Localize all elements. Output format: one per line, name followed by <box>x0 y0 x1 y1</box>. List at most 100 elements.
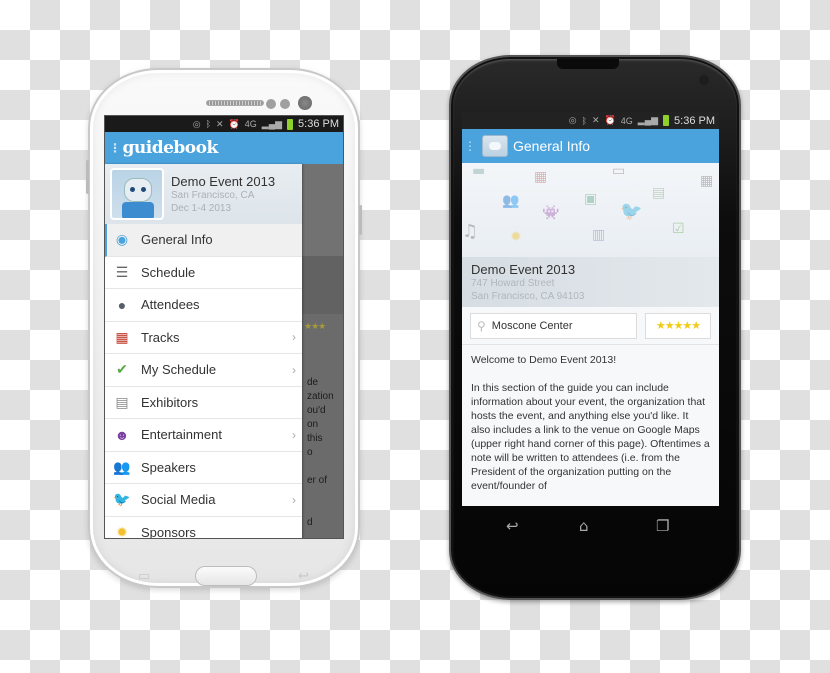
map-pin-icon: ⚲ <box>477 318 486 333</box>
back-key-icon[interactable]: ↩ <box>298 569 309 584</box>
chevron-right-icon: › <box>292 427 296 442</box>
venue-button[interactable]: ⚲ Moscone Center <box>470 312 637 339</box>
back-nav-icon[interactable]: ↩ <box>506 517 519 535</box>
status-bar: ◎ ᛒ ✕ ⏰ 4G ▂▄▆ 5:36 PM <box>462 112 719 129</box>
drawer-event-header[interactable]: Demo Event 2013 San Francisco, CA Dec 1-… <box>105 164 302 224</box>
speakers-icon: 👥 <box>113 458 131 475</box>
dimmed-text-line: zation <box>307 391 334 402</box>
page-title: General Info <box>513 138 591 154</box>
drawer-item-attendees[interactable]: ● Attendees <box>105 289 302 322</box>
drawer-item-label: Speakers <box>141 459 196 475</box>
drawer-item-exhibitors[interactable]: ▤ Exhibitors <box>105 387 302 419</box>
drawer-event-title: Demo Event 2013 <box>171 173 276 189</box>
network-type: 4G <box>620 115 633 126</box>
drawer-item-label: Sponsors <box>141 524 196 539</box>
alarm-icon: ⏰ <box>604 115 616 125</box>
space-invader-icon: 👾 <box>542 205 560 221</box>
grid-icon: ▦ <box>700 173 714 189</box>
event-street: 747 Howard Street <box>471 278 555 289</box>
twitter-bird-icon: 🐦 <box>620 201 643 222</box>
dimmed-text-line: on <box>307 419 319 430</box>
dimmed-text-line: this <box>307 433 323 444</box>
attendees-icon: ● <box>117 296 127 313</box>
guidebook-logo[interactable]: guidebook <box>123 138 219 158</box>
drawer-item-label: Exhibitors <box>141 394 199 410</box>
app-bar: ⋮ General Info <box>462 129 719 163</box>
drawer-toggle-icon[interactable]: ⋮ <box>464 139 476 153</box>
earpiece-speaker <box>557 59 619 69</box>
booth-icon: ▤ <box>652 185 666 201</box>
chevron-right-icon: › <box>292 492 296 507</box>
dimmed-stars: ★★★ <box>304 322 326 332</box>
venue-label: Moscone Center <box>491 319 573 332</box>
event-banner: ▬ ▦ ▭ ▦ 👥 ▣ ▤ 👾 🐦 ♫ ✹ ▥ ☑ <box>462 163 719 257</box>
battery-icon <box>287 118 294 130</box>
event-title: Demo Event 2013 <box>471 262 576 277</box>
app-bar: ⋮ guidebook <box>105 132 343 164</box>
app-robot-icon[interactable] <box>482 135 508 157</box>
recents-nav-icon[interactable]: ❐ <box>656 517 669 535</box>
drawer-item-label: General Info <box>141 232 213 248</box>
music-note-icon: ♫ <box>462 221 479 242</box>
drawer-item-general-info[interactable]: ◉ General Info <box>105 224 302 257</box>
drawer-event-dates: Dec 1-4 2013 <box>171 202 232 214</box>
drawer-event-location: San Francisco, CA <box>171 189 255 201</box>
status-bar: ◎ ᛒ ✕ ⏰ 4G ▂▄▆ 5:36 PM <box>105 116 343 132</box>
drawer-item-label: Attendees <box>141 297 200 313</box>
drawer-item-schedule[interactable]: ☰ Schedule <box>105 257 302 289</box>
drawer-item-entertainment[interactable]: ☻ Entertainment › <box>105 419 302 452</box>
dimmed-text-line: o <box>307 447 313 458</box>
dimmed-event-box <box>302 256 343 314</box>
home-nav-icon[interactable]: ⌂ <box>579 517 589 535</box>
drawer-item-sponsors[interactable]: ✹ Sponsors <box>105 517 302 539</box>
drawer-toggle-icon[interactable]: ⋮ <box>109 141 121 155</box>
home-button[interactable] <box>195 566 257 586</box>
drawer-item-speakers[interactable]: 👥 Speakers <box>105 452 302 484</box>
left-screen: ◎ ᛒ ✕ ⏰ 4G ▂▄▆ 5:36 PM ⋮ guidebook ★★★ d… <box>104 115 344 539</box>
dimmed-text-line: de <box>307 377 319 388</box>
bluetooth-icon: ᛒ <box>205 119 212 129</box>
light-sensor <box>280 99 290 109</box>
ribbon-icon: ✹ <box>510 229 522 245</box>
bluetooth-icon: ᛒ <box>581 115 588 126</box>
dimmed-content[interactable]: ★★★ de zation ou'd on this o er of d <box>302 164 343 538</box>
drawer-item-tracks[interactable]: ▦ Tracks › <box>105 322 302 354</box>
menu-key-icon[interactable]: ▭ <box>138 569 150 584</box>
drawer-item-label: Entertainment <box>141 427 222 443</box>
signal-icon: ▂▄▆ <box>261 118 283 129</box>
signal-icon: ▂▄▆ <box>637 115 659 125</box>
rating-stars: ★★★★★ <box>655 319 701 332</box>
drawer-item-social-media[interactable]: 🐦 Social Media › <box>105 484 302 517</box>
rating-button[interactable]: ★★★★★ <box>645 312 711 339</box>
drawer-item-label: Schedule <box>141 264 196 280</box>
calendar-icon: ▦ <box>534 169 548 185</box>
front-camera <box>298 96 312 110</box>
twitter-bird-icon: 🐦 <box>113 491 131 508</box>
drawer-item-label: Tracks <box>141 329 180 345</box>
drawer-item-label: Social Media <box>141 492 216 508</box>
dimmed-text-line: ou'd <box>307 405 326 416</box>
dimmed-banner <box>302 164 343 256</box>
event-details: Demo Event 2013 747 Howard Street San Fr… <box>462 257 719 307</box>
theater-masks-icon: ☻ <box>114 426 130 443</box>
chevron-right-icon: › <box>292 330 296 345</box>
nfc-icon: ◎ <box>192 118 201 129</box>
chevron-right-icon: › <box>292 362 296 377</box>
nfc-icon: ◎ <box>568 115 577 125</box>
alarm-icon: ⏰ <box>228 118 240 129</box>
event-city: San Francisco, CA 94103 <box>471 291 585 302</box>
event-description: Welcome to Demo Event 2013! In this sect… <box>471 354 710 492</box>
chat-icon: ▬ <box>472 163 486 179</box>
venue-rating-row: ⚲ Moscone Center ★★★★★ <box>462 307 719 345</box>
status-time: 5:36 PM <box>674 114 715 127</box>
mute-icon: ✕ <box>592 115 600 125</box>
status-time: 5:36 PM <box>298 118 339 130</box>
mute-icon: ✕ <box>216 118 224 129</box>
proximity-sensor <box>266 99 276 109</box>
drawer-item-my-schedule[interactable]: ✔ My Schedule › <box>105 354 302 387</box>
book-icon: ▭ <box>612 163 626 179</box>
event-avatar-robot <box>110 168 164 220</box>
power-key[interactable] <box>359 205 362 235</box>
schedule-list-icon: ☰ <box>115 263 129 280</box>
volume-key[interactable] <box>86 160 89 194</box>
